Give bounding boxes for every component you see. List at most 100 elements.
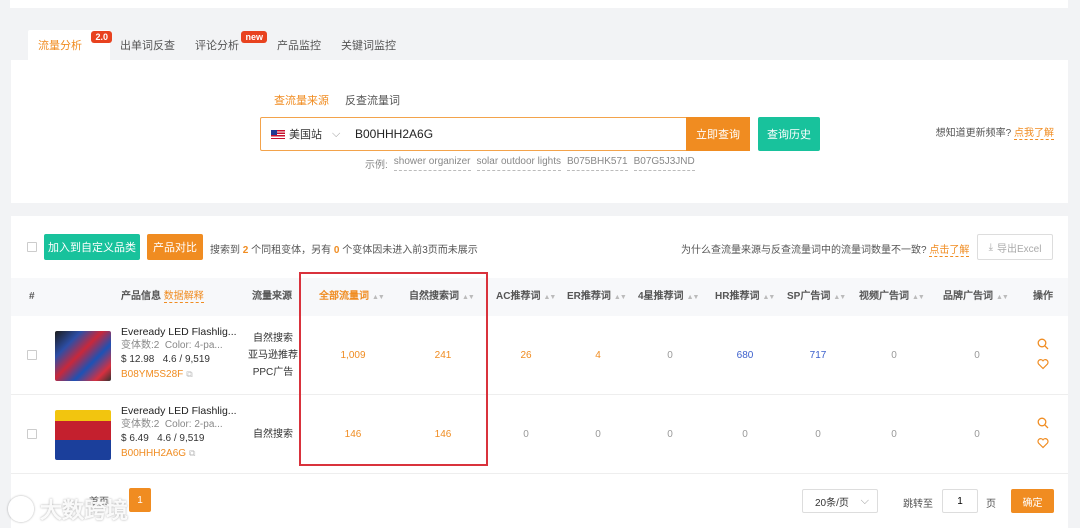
tab-traffic-analysis[interactable]: 流量分析 2.0 bbox=[28, 30, 112, 60]
freq-link[interactable]: 点我了解 bbox=[1014, 128, 1054, 140]
col-label: SP广告词 bbox=[787, 291, 831, 302]
col-all-words[interactable]: 全部流量词 ▲▼ bbox=[319, 278, 385, 316]
heart-icon[interactable] bbox=[1036, 436, 1050, 450]
all-words-value[interactable]: 1,009 bbox=[323, 350, 383, 361]
heart-icon[interactable] bbox=[1036, 357, 1050, 371]
hr-words-value[interactable]: 680 bbox=[715, 350, 775, 361]
history-button[interactable]: 查询历史 bbox=[758, 117, 820, 151]
source-item: 自然搜索 bbox=[253, 429, 293, 440]
col-product: 产品信息 数据解释 bbox=[121, 278, 204, 316]
price: $ 6.49 bbox=[121, 433, 149, 444]
page-number-current[interactable]: 1 bbox=[129, 488, 151, 512]
variant-count: 变体数:2 bbox=[121, 340, 160, 351]
mode-tab-traffic-source[interactable]: 查流量来源 bbox=[274, 92, 329, 108]
asin-link[interactable]: B08YM5S28F ⧉ bbox=[121, 367, 245, 382]
example-link[interactable]: B075BHK571 bbox=[567, 156, 628, 171]
asin-search-input[interactable] bbox=[345, 118, 686, 150]
col-label: AC推荐词 bbox=[496, 291, 541, 302]
sp-words-value[interactable]: 717 bbox=[788, 350, 848, 361]
col-four-star-words[interactable]: 4星推荐词 ▲▼ bbox=[638, 278, 699, 316]
query-button[interactable]: 立即查询 bbox=[686, 117, 750, 151]
product-thumbnail[interactable] bbox=[55, 410, 111, 460]
col-natural-words[interactable]: 自然搜索词 ▲▼ bbox=[409, 278, 475, 316]
sort-icon: ▲▼ bbox=[833, 294, 846, 301]
col-sp-words[interactable]: SP广告词 ▲▼ bbox=[787, 278, 846, 316]
tab-keyword-monitor[interactable]: 关键词监控 bbox=[331, 30, 406, 60]
product-name[interactable]: Eveready LED Flashlig... bbox=[121, 325, 245, 339]
row-checkbox[interactable] bbox=[27, 429, 37, 439]
search-icon[interactable] bbox=[1036, 416, 1050, 430]
sort-icon: ▲▼ bbox=[462, 294, 475, 301]
col-ops: 操作 bbox=[1033, 291, 1053, 302]
natural-words-value[interactable]: 146 bbox=[413, 429, 473, 440]
variant-count: 变体数:2 bbox=[121, 419, 160, 430]
variant-color: Color: 4-pa... bbox=[164, 340, 223, 351]
col-ac-words[interactable]: AC推荐词 ▲▼ bbox=[496, 278, 556, 316]
search-icon[interactable] bbox=[1036, 337, 1050, 351]
row-checkbox[interactable] bbox=[27, 350, 37, 360]
results-summary: 搜索到 2 个同租变体，另有 0 个变体因未进入前3页而未展示 bbox=[210, 241, 478, 256]
tab-label: 流量分析 bbox=[38, 40, 82, 52]
hr-words-value: 0 bbox=[742, 429, 748, 440]
product-thumbnail[interactable] bbox=[55, 331, 111, 381]
col-label: 视频广告词 bbox=[859, 291, 909, 302]
col-er-words[interactable]: ER推荐词 ▲▼ bbox=[567, 278, 627, 316]
col-label: 自然搜索词 bbox=[409, 291, 459, 302]
add-to-category-button[interactable]: 加入到自定义品类 bbox=[44, 234, 140, 260]
freq-text: 想知道更新频率? bbox=[935, 128, 1012, 139]
rating: 4.6 / 9,519 bbox=[162, 354, 210, 365]
confirm-goto-button[interactable]: 确定 bbox=[1011, 489, 1054, 513]
pagination: 首页 1 20条/页 ⌵ 跳转至 页 确定 bbox=[11, 488, 1068, 516]
col-brand-words[interactable]: 品牌广告词 ▲▼ bbox=[943, 278, 1009, 316]
why-text: 为什么查流量来源与反查流量词中的流量词数量不一致? bbox=[681, 245, 927, 256]
tab-label: 出单词反查 bbox=[120, 40, 175, 52]
data-explain-link[interactable]: 数据解释 bbox=[163, 291, 204, 303]
product-name[interactable]: Eveready LED Flashlig... bbox=[121, 404, 245, 418]
source-item: 亚马逊推荐 bbox=[248, 350, 298, 361]
example-link[interactable]: shower organizer bbox=[393, 156, 471, 171]
row-operations bbox=[1033, 337, 1053, 371]
sort-icon: ▲▼ bbox=[543, 294, 556, 301]
col-video-words[interactable]: 视频广告词 ▲▼ bbox=[859, 278, 925, 316]
product-price-rating: $ 6.49 4.6 / 9,519 bbox=[121, 432, 245, 446]
col-label: 4星推荐词 bbox=[638, 291, 684, 302]
sort-icon: ▲▼ bbox=[372, 294, 385, 301]
why-link[interactable]: 点击了解 bbox=[929, 245, 970, 257]
source-item: 自然搜索 bbox=[253, 333, 293, 344]
asin: B00HHH2A6G bbox=[121, 448, 187, 459]
col-source: 流量来源 bbox=[252, 291, 292, 302]
four-star-words-value: 0 bbox=[667, 350, 673, 361]
example-link[interactable]: B07G5J3JND bbox=[633, 156, 695, 171]
natural-words-value[interactable]: 241 bbox=[413, 350, 473, 361]
export-label: 导出Excel bbox=[996, 243, 1042, 255]
sort-icon: ▲▼ bbox=[996, 294, 1009, 301]
select-all-checkbox[interactable] bbox=[27, 242, 37, 252]
ac-words-value[interactable]: 26 bbox=[496, 350, 556, 361]
results-toolbar: 加入到自定义品类 产品对比 搜索到 2 个同租变体，另有 0 个变体因未进入前3… bbox=[11, 233, 1068, 261]
site-select[interactable]: 美国站 ⌵ bbox=[261, 118, 345, 150]
tab-product-monitor[interactable]: 产品监控 bbox=[267, 30, 331, 60]
mode-tab-reverse-lookup[interactable]: 反查流量词 bbox=[345, 92, 400, 108]
compare-products-button[interactable]: 产品对比 bbox=[147, 234, 203, 260]
col-hr-words[interactable]: HR推荐词 ▲▼ bbox=[715, 278, 775, 316]
hidden-count: 0 bbox=[333, 245, 340, 256]
tab-review-analysis[interactable]: 评论分析 new bbox=[185, 30, 267, 60]
asin-link[interactable]: B00HHH2A6G ⧉ bbox=[121, 446, 245, 461]
sort-icon: ▲▼ bbox=[762, 294, 775, 301]
example-link[interactable]: solar outdoor lights bbox=[476, 156, 561, 171]
er-words-value: 0 bbox=[595, 429, 601, 440]
all-words-value[interactable]: 146 bbox=[323, 429, 383, 440]
product-variants: 变体数:2 Color: 2-pa... bbox=[121, 418, 245, 432]
tab-order-word-lookup[interactable]: 出单词反查 bbox=[110, 30, 185, 60]
per-page-select[interactable]: 20条/页 ⌵ bbox=[802, 489, 878, 513]
feature-tabs: 流量分析 2.0 出单词反查 评论分析 new 产品监控 关键词监控 bbox=[28, 30, 406, 60]
version-badge: 2.0 bbox=[91, 31, 112, 43]
er-words-value[interactable]: 4 bbox=[568, 350, 628, 361]
search-examples: 示例: shower organizer solar outdoor light… bbox=[365, 156, 695, 171]
site-label: 美国站 bbox=[289, 129, 322, 141]
product-info: Eveready LED Flashlig... 变体数:2 Color: 2-… bbox=[121, 404, 245, 461]
ac-words-value: 0 bbox=[523, 429, 529, 440]
goto-page-input[interactable] bbox=[942, 489, 978, 513]
first-page-button[interactable]: 首页 bbox=[89, 488, 109, 512]
export-excel-button[interactable]: ⤓ 导出Excel bbox=[977, 234, 1053, 260]
